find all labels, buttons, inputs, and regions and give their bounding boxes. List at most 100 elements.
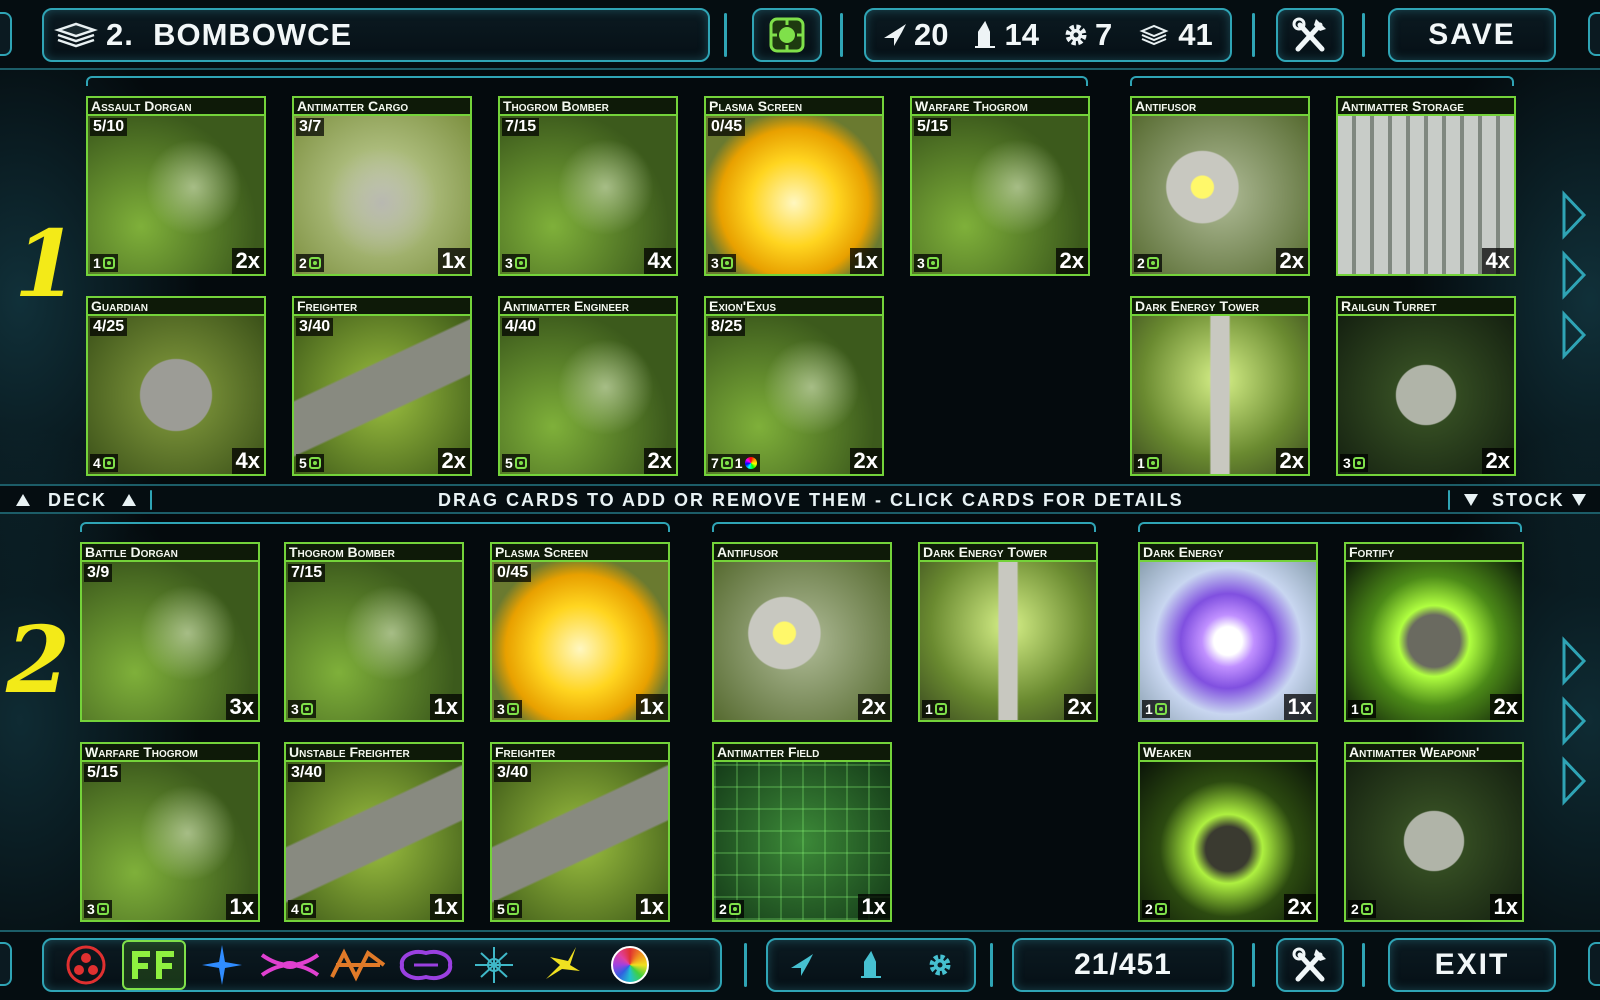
card-cost-value: 1 [925,701,933,717]
card-name: Dark Energy [1140,544,1316,562]
card-plasma-screen[interactable]: Plasma Screen 0/45 3 1x [490,542,670,722]
card-antimatter-field[interactable]: Antimatter Field 2 1x [712,742,892,922]
card-antimatter-cargo[interactable]: Antimatter Cargo 3/7 2 1x [292,96,472,276]
card-antifusor[interactable]: Antifusor 2 2x [1130,96,1310,276]
card-count: 2x [1275,248,1308,274]
card-dark-energy-tower[interactable]: Dark Energy Tower 1 2x [1130,296,1310,476]
card-antimatter-storage[interactable]: Antimatter Storage 4x [1336,96,1516,276]
card-unstable-freighter[interactable]: Unstable Freighter 3/40 4 1x [284,742,464,922]
scroll-right-arrow-icon[interactable] [1560,190,1588,240]
card-name: Antimatter Field [714,744,890,762]
card-guardian[interactable]: Guardian 4/25 4 4x [86,296,266,476]
card-cost-value: 3 [87,901,95,917]
card-count: 2x [1055,248,1088,274]
save-button[interactable]: SAVE [1388,8,1556,62]
card-dark-energy[interactable]: Dark Energy 1 1x [1138,542,1318,722]
scroll-right-arrow-icon[interactable] [1560,636,1588,686]
yellow-burst-icon[interactable] [530,940,594,990]
building-icon[interactable] [856,950,886,980]
card-warfare-thogrom[interactable]: Warfare Thogrom 5/15 3 2x [910,96,1090,276]
card-cost-value: 3 [917,255,925,271]
buildings-stat: 14 [970,17,1039,53]
card-exion-exus[interactable]: Exion'Exus 8/25 7 1 2x [704,296,884,476]
card-cost-value: 3 [711,255,719,271]
card-cost: 3 [84,900,112,918]
energy-icon [720,457,733,469]
scroll-right-arrow-icon[interactable] [1560,310,1588,360]
card-stats: 3/40 [494,764,532,782]
teal-network-icon[interactable] [462,940,526,990]
red-faction-icon[interactable] [54,940,118,990]
card-stats: 3/40 [296,318,334,336]
orange-faction-icon[interactable] [326,940,390,990]
separator [724,13,727,57]
card-antifusor[interactable]: Antifusor 2x [712,542,892,722]
energy-icon [926,257,939,269]
purple-faction-icon[interactable] [394,940,458,990]
card-count: 4x [643,248,676,274]
card-fortify[interactable]: Fortify 1 2x [1344,542,1524,722]
scroll-right-arrow-icon[interactable] [1560,756,1588,806]
deck-title-panel[interactable]: 2. BOMBOWCE [42,8,710,62]
card-plasma-screen[interactable]: Plasma Screen 0/45 3 1x [704,96,884,276]
blue-star-icon[interactable] [190,940,254,990]
ship-icon[interactable] [787,950,817,980]
card-stats: 0/45 [708,118,746,136]
card-cost: 71 [708,454,760,472]
separator [150,490,152,510]
card-battle-dorgan[interactable]: Battle Dorgan 3/9 3x [80,542,260,722]
faction-emblem-icon [769,17,805,53]
card-railgun-turret[interactable]: Railgun Turret 3 2x [1336,296,1516,476]
card-cost-value: 1 [1137,455,1145,471]
card-count: 4x [231,448,264,474]
green-faction-icon[interactable] [122,940,186,990]
card-count: 2x [437,448,470,474]
card-cost-value: 3 [291,701,299,717]
card-antimatter-weaponr[interactable]: Antimatter Weaponr' 2 1x [1344,742,1524,922]
rainbow-wheel-icon[interactable] [598,940,662,990]
ships-stat: 20 [880,17,948,53]
card-cost-value: 2 [1137,255,1145,271]
exit-button[interactable]: EXIT [1388,938,1556,992]
card-name: Thogrom Bomber [286,544,462,562]
card-count: 2x [1275,448,1308,474]
tools-button-bottom[interactable] [1276,938,1344,992]
magenta-faction-icon[interactable] [258,940,322,990]
card-warfare-thogrom[interactable]: Warfare Thogrom 5/15 3 1x [80,742,260,922]
deck-title: 2. BOMBOWCE [106,17,353,52]
energy-icon [1154,903,1167,915]
card-antimatter-engineer[interactable]: Antimatter Engineer 4/40 5 2x [498,296,678,476]
card-name: Freighter [294,298,470,316]
scroll-right-arrow-icon[interactable] [1560,250,1588,300]
card-stats: 0/45 [494,564,532,582]
ship-icon [884,24,906,46]
card-cost: 1 [1134,454,1162,472]
card-count: 1x [429,894,462,920]
card-count: 1x [225,894,258,920]
card-name: Guardian [88,298,264,316]
card-dark-energy-tower[interactable]: Dark Energy Tower 1 2x [918,542,1098,722]
card-name: Fortify [1346,544,1522,562]
card-assault-dorgan[interactable]: Assault Dorgan 5/10 1 2x [86,96,266,276]
card-name: Antifusor [714,544,890,562]
card-thogrom-bomber[interactable]: Thogrom Bomber 7/15 3 1x [284,542,464,722]
faction-emblem-button[interactable] [752,8,822,62]
scroll-right-arrow-icon[interactable] [1560,696,1588,746]
card-cost: 2 [1348,900,1376,918]
card-count: 1x [849,248,882,274]
hammer-wrench-icon [1292,17,1326,52]
energy-icon [308,257,321,269]
card-name: Weaken [1140,744,1316,762]
card-stats: 4/25 [90,318,128,336]
card-name: Plasma Screen [706,98,882,116]
card-thogrom-bomber[interactable]: Thogrom Bomber 7/15 3 4x [498,96,678,276]
gear-icon[interactable] [925,950,955,980]
card-count: 2x [1489,694,1522,720]
tools-button[interactable] [1276,8,1344,62]
separator [744,943,747,987]
card-weaken[interactable]: Weaken 2 2x [1138,742,1318,922]
card-freighter[interactable]: Freighter 3/40 5 1x [490,742,670,922]
right-edge-tab [1588,942,1600,986]
card-cost: 1 [1348,700,1376,718]
card-freighter[interactable]: Freighter 3/40 5 2x [292,296,472,476]
